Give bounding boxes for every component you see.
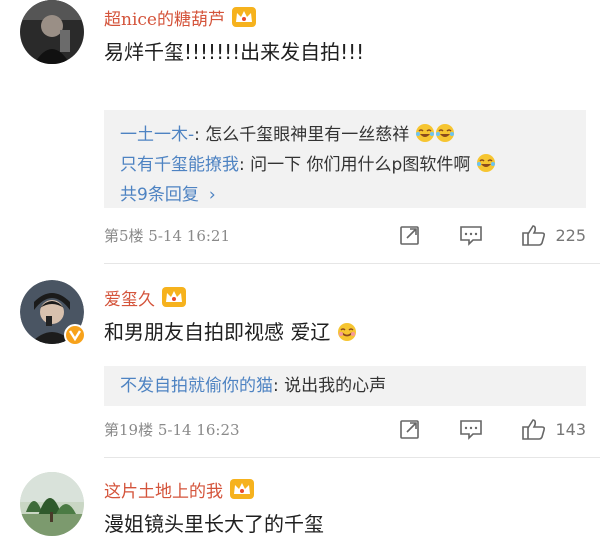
divider (104, 457, 600, 458)
like-button[interactable]: 225 (521, 223, 586, 247)
comment-content: 爱玺久 和男朋友自拍即视感 爱辽 (104, 284, 586, 346)
laugh-cry-emoji (415, 124, 434, 142)
comment-text: 和男朋友自拍即视感 爱辽 (104, 320, 331, 344)
reply-item[interactable]: 不发自拍就偷你的猫: 说出我的心声 (120, 371, 570, 401)
forward-icon (400, 226, 420, 245)
reply-text: : 问一下 你们用什么p图软件啊 (239, 155, 471, 175)
more-replies-link[interactable]: 共9条回复 › (120, 180, 570, 210)
comment-button[interactable] (459, 224, 483, 246)
thumbs-up-icon (522, 419, 546, 440)
more-replies-label: 共9条回复 (120, 185, 199, 205)
like-button[interactable]: 143 (521, 417, 586, 441)
comment-content: 超nice的糖葫芦 易烊千玺!!!!!!!出来发自拍!!! (104, 4, 586, 66)
comment-icon (460, 420, 483, 440)
comment-text-row: 和男朋友自拍即视感 爱辽 (104, 318, 586, 346)
forward-button[interactable] (399, 224, 421, 246)
floor-time: 第19楼 5-14 16:23 (104, 420, 240, 439)
comment-icon (460, 226, 483, 246)
comment-content: 这片土地上的我 漫姐镜头里长大了的千玺 (104, 476, 586, 538)
avatar[interactable] (20, 0, 84, 64)
comment-meta: 第5楼 5-14 16:21 225 (104, 220, 586, 250)
laugh-cry-emoji (476, 154, 495, 172)
reply-username[interactable]: 一土一木- (120, 125, 194, 145)
crown-icon (230, 479, 254, 499)
comment-button[interactable] (459, 418, 483, 440)
reply-preview[interactable]: 一土一木-: 怎么千玺眼神里有一丝慈祥 只有千玺能撩我: 问一下 你们用什么p图… (104, 110, 586, 208)
reply-item[interactable]: 只有千玺能撩我: 问一下 你们用什么p图软件啊 (120, 150, 570, 180)
laugh-cry-emoji (435, 124, 454, 142)
username[interactable]: 这片土地上的我 (104, 477, 223, 502)
reply-username[interactable]: 不发自拍就偷你的猫 (120, 376, 273, 396)
thumbs-up-icon (522, 225, 546, 246)
username[interactable]: 超nice的糖葫芦 (104, 5, 225, 30)
reply-text: : 怎么千玺眼神里有一丝慈祥 (194, 125, 410, 145)
comment-feed: 超nice的糖葫芦 易烊千玺!!!!!!!出来发自拍!!! 一土一木-: 怎么千… (0, 0, 600, 540)
comment-meta: 第19楼 5-14 16:23 143 (104, 414, 586, 444)
like-count: 225 (555, 225, 586, 245)
verified-badge-icon (64, 324, 86, 346)
forward-icon (400, 420, 420, 439)
floor-time: 第5楼 5-14 16:21 (104, 226, 231, 245)
comment-text: 漫姐镜头里长大了的千玺 (104, 512, 324, 536)
reply-username[interactable]: 只有千玺能撩我 (120, 155, 239, 175)
crown-icon (162, 287, 186, 307)
username[interactable]: 爱玺久 (104, 285, 155, 310)
avatar[interactable] (20, 472, 84, 536)
avatar[interactable] (20, 280, 86, 346)
forward-button[interactable] (399, 418, 421, 440)
chevron-right-icon: › (208, 185, 216, 205)
comment-text: 易烊千玺!!!!!!!出来发自拍!!! (104, 40, 365, 64)
reply-item[interactable]: 一土一木-: 怎么千玺眼神里有一丝慈祥 (120, 120, 570, 150)
reply-preview[interactable]: 不发自拍就偷你的猫: 说出我的心声 (104, 366, 586, 406)
grin-emoji (337, 323, 356, 341)
like-count: 143 (555, 419, 586, 439)
crown-icon (231, 7, 256, 27)
divider (104, 263, 600, 264)
reply-text: : 说出我的心声 (273, 376, 387, 396)
